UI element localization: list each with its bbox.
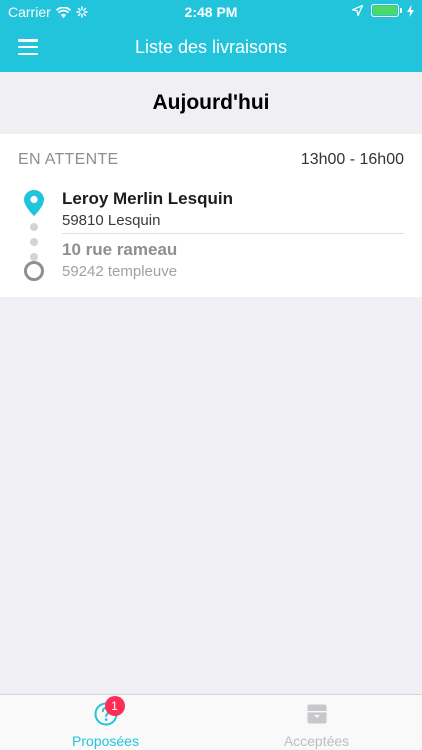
notification-badge: 1 [104,696,125,716]
tab-proposees[interactable]: 1 Proposées [0,695,211,750]
section-header-today: Aujourd'hui [152,91,270,114]
tab-acceptees[interactable]: Acceptées [211,695,422,750]
archive-box-icon [307,704,326,724]
route-timeline [22,190,46,282]
status-bar: Carrier 2:48 PM [0,0,422,24]
delivery-card-header: EN ATTENTE 13h00 - 16h00 [18,151,404,169]
route-dot [30,253,38,261]
delivery-status: EN ATTENTE [18,151,119,168]
pickup-stop: Leroy Merlin Lesquin 59810 Lesquin [62,189,404,234]
delivery-card[interactable]: EN ATTENTE 13h00 - 16h00 Leroy Merlin Le… [0,134,422,297]
dropoff-stop: 10 rue rameau 59242 templeuve [62,240,404,280]
charging-bolt-icon [407,4,414,17]
battery-icon [371,4,402,17]
app-header: Carrier 2:48 PM Liste des livraisons [0,0,422,72]
tab-icon-wrap [305,702,329,731]
destination-ring-icon [24,261,44,281]
tab-bar: 1 Proposées Acceptées [0,694,422,750]
dropoff-name: 10 rue rameau [62,240,178,259]
tab-label-acceptees: Acceptées [283,733,350,749]
tab-label-proposees: Proposées [72,733,139,749]
pickup-name: Leroy Merlin Lesquin [62,189,233,208]
page-title: Liste des livraisons [134,37,288,57]
route-dot [30,223,38,231]
status-right-group [352,4,414,17]
tab-icon-wrap: 1 [94,696,125,731]
pickup-address: 59810 Lesquin [62,212,161,229]
location-arrow-icon [352,5,363,16]
delivery-time-range: 13h00 - 16h00 [300,151,404,168]
nav-bar: Liste des livraisons [0,24,422,72]
map-pin-icon [24,190,44,216]
route-dot [30,238,38,246]
dropoff-address: 59242 templeuve [62,263,178,280]
